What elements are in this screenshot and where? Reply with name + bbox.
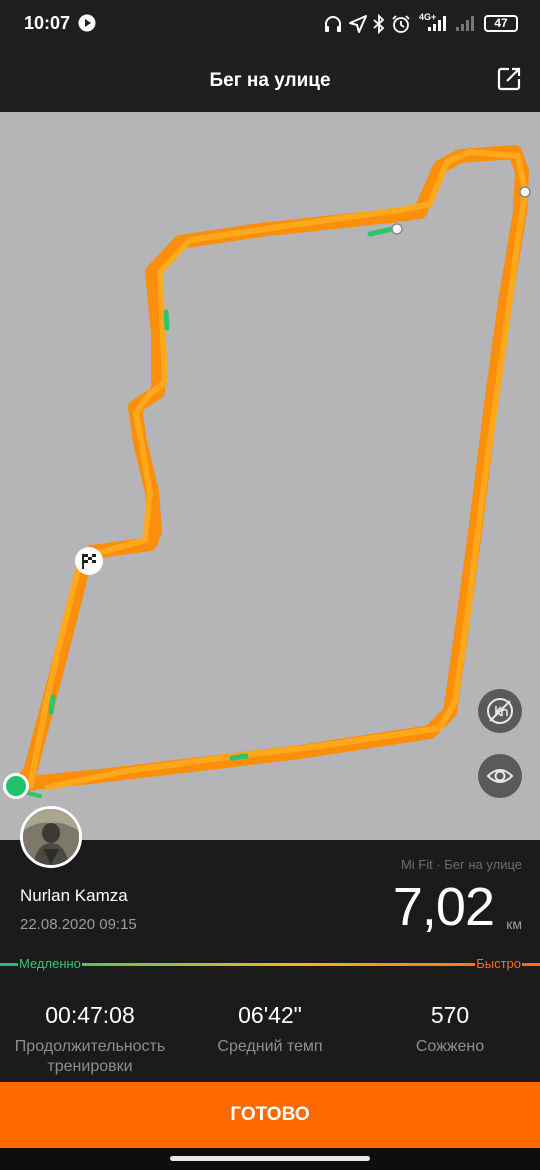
visibility-toggle-button[interactable] xyxy=(478,754,522,798)
done-button[interactable]: ГОТОВО xyxy=(0,1082,540,1148)
route-track xyxy=(11,145,531,798)
stat-calories: 570 Сожжено xyxy=(360,1002,540,1057)
headphones-icon xyxy=(325,16,341,32)
battery-level: 47 xyxy=(494,16,508,30)
share-icon[interactable] xyxy=(496,66,522,92)
stat-duration: 00:47:08 Продолжительность тренировки xyxy=(0,1002,180,1077)
finish-flag-icon xyxy=(75,547,103,575)
signal-icon xyxy=(428,16,446,31)
stat-duration-value: 00:47:08 xyxy=(45,1002,135,1028)
battery-icon: 47 xyxy=(484,15,518,32)
stat-avg-pace-label: Средний темп xyxy=(217,1038,323,1055)
route-map[interactable] xyxy=(0,112,540,840)
user-name: Nurlan Kamza xyxy=(20,886,128,905)
km-markers-toggle-icon xyxy=(487,698,513,724)
start-marker xyxy=(3,773,29,799)
alarm-icon xyxy=(392,15,410,33)
play-icon xyxy=(78,14,96,32)
bluetooth-icon xyxy=(373,14,385,34)
workout-date: 22.08.2020 09:15 xyxy=(20,916,137,933)
avatar[interactable] xyxy=(20,806,82,868)
distance-value: 7,02 xyxy=(392,877,495,937)
stat-avg-pace: 06'42" Средний темп xyxy=(180,1002,360,1057)
status-time: 10:07 xyxy=(24,13,71,33)
km-marker xyxy=(391,223,403,235)
page-title: Бег на улице xyxy=(209,70,331,91)
navigation-bar xyxy=(0,1148,540,1170)
km-markers-toggle-button[interactable] xyxy=(478,689,522,733)
avatar-image xyxy=(23,809,79,865)
status-bar: 10:07 4G+ 47 xyxy=(0,0,540,50)
app-bar: Бег на улице xyxy=(0,50,540,112)
pace-slow-label: Медленно xyxy=(18,956,82,971)
home-gesture-handle[interactable] xyxy=(170,1156,370,1161)
stat-avg-pace-value: 06'42" xyxy=(238,1002,302,1028)
pace-fast-label: Быстро xyxy=(475,956,522,971)
signal-weak-icon xyxy=(456,16,474,31)
km-marker xyxy=(519,186,531,198)
eye-icon xyxy=(486,769,514,783)
stat-calories-label: Сожжено xyxy=(415,1038,485,1055)
location-arrow-icon xyxy=(349,15,367,33)
pace-scale: Медленно Быстро xyxy=(0,955,540,973)
stat-duration-label: Продолжительность тренировки xyxy=(14,1038,166,1075)
workout-source: Mi Fit · Бег на улице xyxy=(400,857,522,872)
distance-unit: км xyxy=(506,916,522,932)
stat-calories-value: 570 xyxy=(430,1002,470,1028)
